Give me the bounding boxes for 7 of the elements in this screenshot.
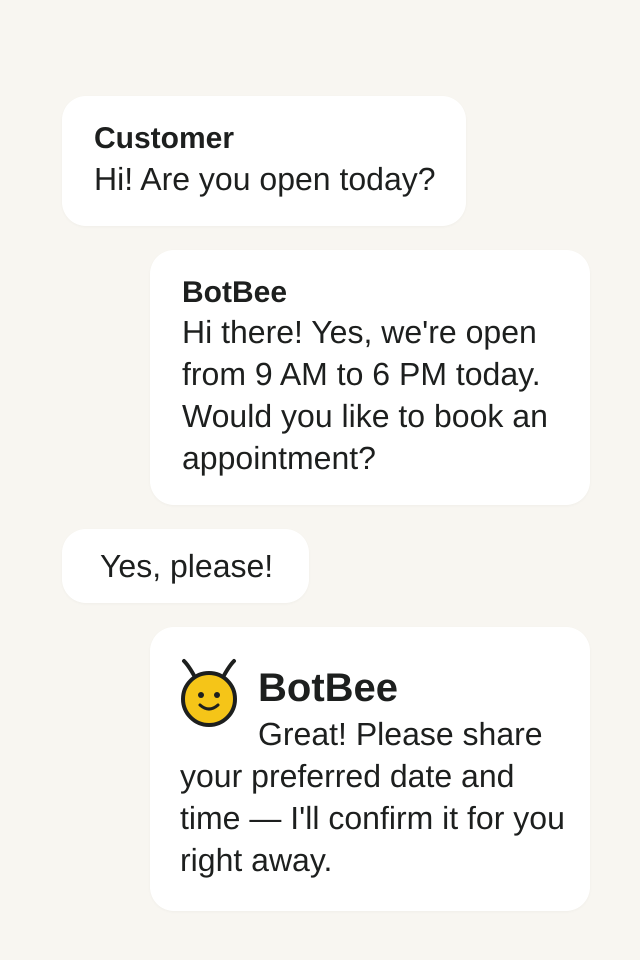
message-text: Yes, please! xyxy=(100,547,274,586)
sender-name: BotBee xyxy=(258,665,400,712)
sender-name: Customer xyxy=(94,121,236,157)
message-text: Hi! Are you open today? xyxy=(94,160,436,199)
sender-name: BotBee xyxy=(182,274,288,310)
message-text: Great! Please share your preferred date and time — I'll confirm it for you right away. xyxy=(180,715,566,880)
message-text: Hi there! Yes, we're open from 9 AM to 6 PM today. Would you like to book an appointment? xyxy=(182,313,549,478)
